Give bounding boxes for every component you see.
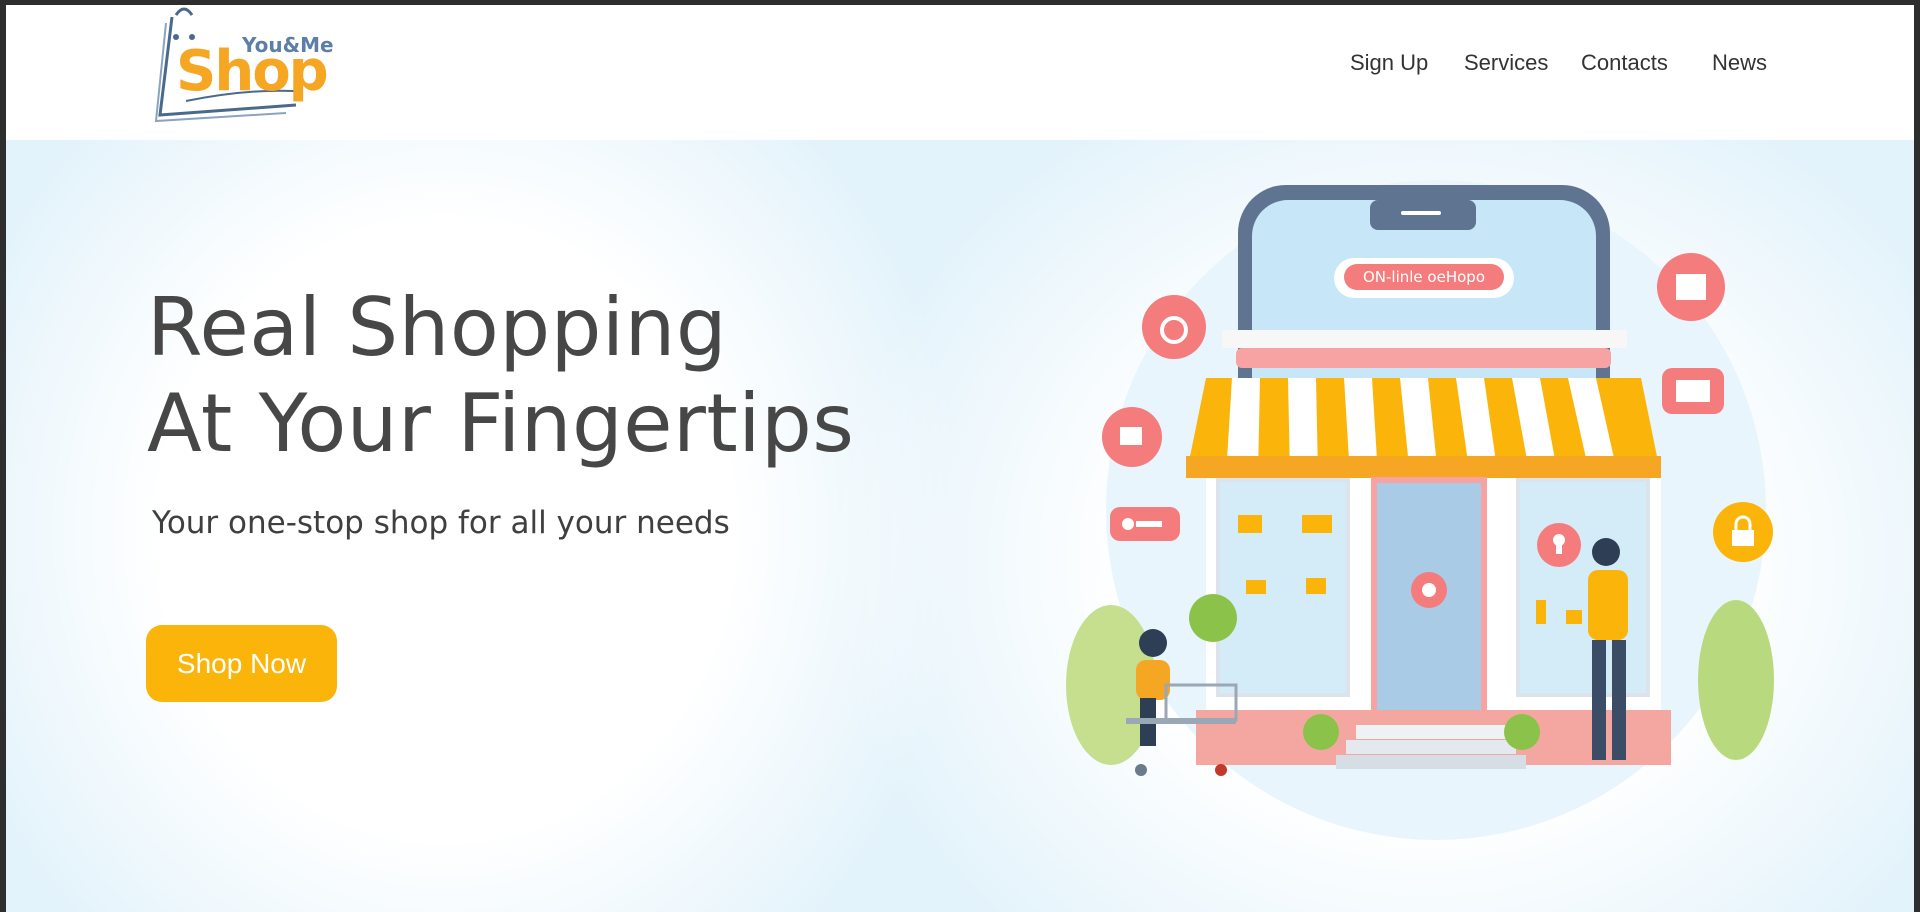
keyhole-icon xyxy=(1537,523,1581,567)
hero-subtitle: Your one-stop shop for all your needs xyxy=(152,505,730,541)
nav-contacts[interactable]: Contacts xyxy=(1581,50,1668,76)
browser-viewport: You&Me Shop Sign Up Services Contacts Ne… xyxy=(6,5,1914,912)
lock-icon xyxy=(1713,502,1773,562)
image-icon xyxy=(1657,253,1725,321)
nav-news[interactable]: News xyxy=(1712,50,1767,76)
hero-section: Real Shopping At Your Fingertips Your on… xyxy=(6,140,1914,912)
card-icon xyxy=(1102,407,1162,467)
location-icon xyxy=(1411,572,1447,608)
shop-now-button[interactable]: Shop Now xyxy=(146,625,337,702)
nav-services[interactable]: Services xyxy=(1464,50,1548,76)
ring-icon xyxy=(1142,295,1206,359)
tag-icon xyxy=(1110,507,1180,541)
right-window xyxy=(1516,478,1650,697)
plant-right xyxy=(1698,600,1774,760)
headline-line-1: Real Shopping xyxy=(147,281,728,374)
store-sign-text: ON-linle oeHopo xyxy=(1363,268,1485,286)
hero-headline: Real Shopping At Your Fingertips xyxy=(147,280,947,472)
storefront-illustration: ON-linle oeHopo xyxy=(1066,180,1786,860)
site-header: You&Me Shop Sign Up Services Contacts Ne… xyxy=(6,5,1914,140)
headline-line-2: At Your Fingertips xyxy=(147,377,855,470)
cart-icon xyxy=(1662,368,1724,414)
left-window xyxy=(1216,478,1350,697)
main-nav: Sign Up Services Contacts News xyxy=(6,50,1914,86)
awning xyxy=(1186,378,1661,478)
nav-sign-up[interactable]: Sign Up xyxy=(1350,50,1428,76)
